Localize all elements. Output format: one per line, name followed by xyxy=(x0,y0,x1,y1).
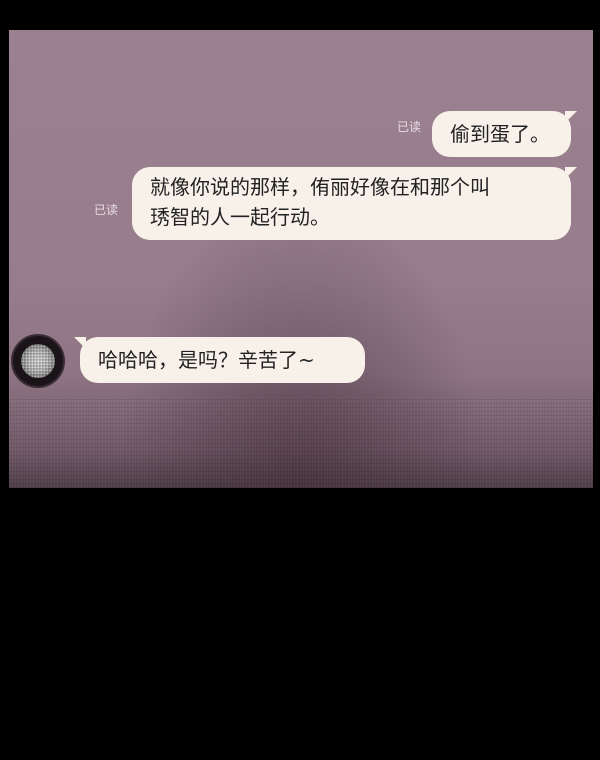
message-bubble-2[interactable]: 就像你说的那样，侑丽好像在和那个叫 琇智的人一起行动。 xyxy=(132,167,577,240)
message-bubble-1[interactable]: 偷到蛋了。 xyxy=(432,111,577,157)
message-text-3: 哈哈哈，是吗？辛苦了~ xyxy=(98,348,315,372)
message-text-1: 偷到蛋了。 xyxy=(450,122,550,146)
message-text-2-line2: 琇智的人一起行动。 xyxy=(150,205,330,229)
contact-avatar-icon[interactable] xyxy=(11,334,65,388)
read-status-2: 已读 xyxy=(94,203,119,217)
read-status-1: 已读 xyxy=(397,120,422,134)
message-text-2-line1: 就像你说的那样，侑丽好像在和那个叫 xyxy=(150,175,490,199)
message-bubble-3[interactable]: 哈哈哈，是吗？辛苦了~ xyxy=(74,337,365,383)
chat-panel xyxy=(9,30,593,488)
floor-texture xyxy=(9,398,593,488)
avatar-image xyxy=(21,344,55,378)
